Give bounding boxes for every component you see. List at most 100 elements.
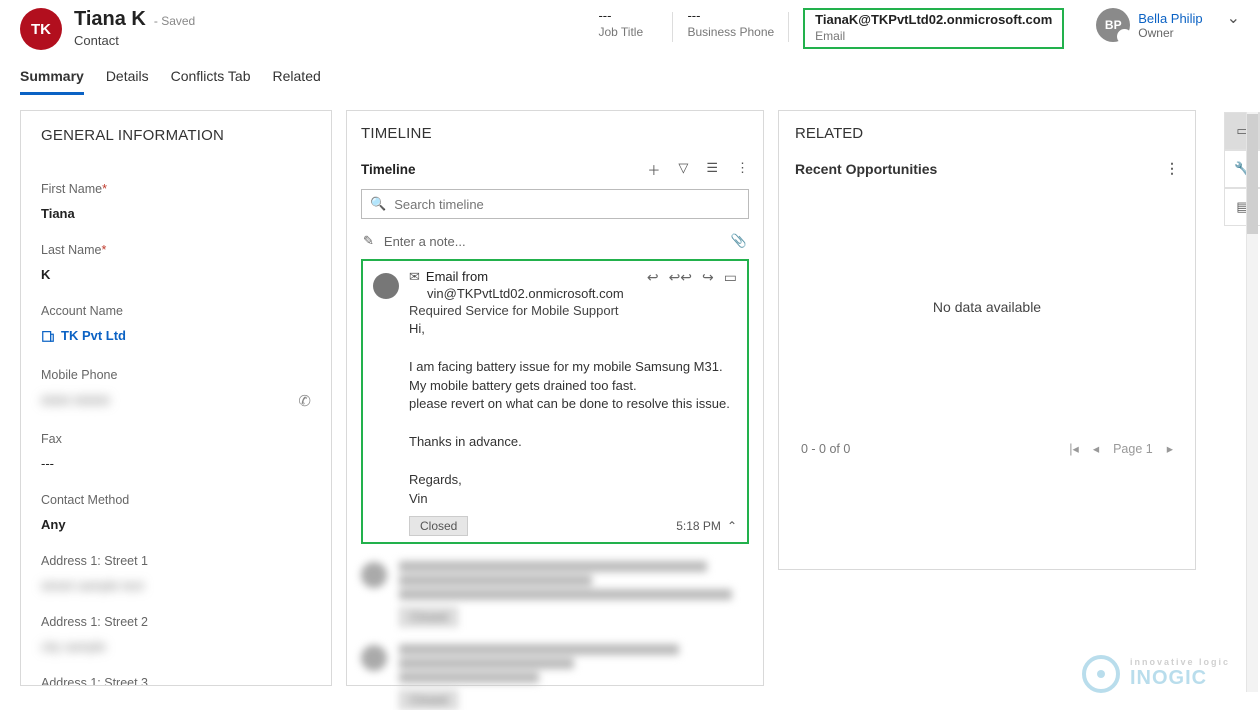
related-empty-text: No data available: [795, 177, 1179, 437]
envelope-icon: ✉: [409, 269, 420, 286]
fax-label: Fax: [41, 432, 311, 446]
timeline-item-blurred[interactable]: Closed: [361, 641, 749, 710]
search-input[interactable]: [394, 197, 740, 212]
tab-conflicts[interactable]: Conflicts Tab: [171, 68, 251, 95]
related-pager: 0 - 0 of 0 |◂ ◂ Page 1 ▸: [795, 437, 1179, 460]
addr1-street2-field[interactable]: Address 1: Street 2 city sample: [41, 615, 311, 654]
job-title-field[interactable]: --- Job Title: [598, 8, 658, 39]
account-link[interactable]: TK Pvt Ltd: [41, 328, 126, 343]
addr1-street2-value: city sample: [41, 639, 106, 654]
email-from-address: vin@TKPvtLtd02.onmicrosoft.com: [409, 286, 737, 301]
logo-ring-icon: [1082, 655, 1120, 693]
pager-range: 0 - 0 of 0: [801, 442, 850, 456]
saved-status: - Saved: [154, 14, 195, 28]
phone-icon[interactable]: ✆: [298, 392, 311, 410]
pager-next-icon[interactable]: ▸: [1167, 441, 1173, 456]
add-activity-icon[interactable]: ＋: [647, 160, 660, 179]
email-body: Hi, I am facing battery issue for my mob…: [409, 320, 737, 508]
business-phone-field[interactable]: --- Business Phone: [687, 8, 774, 39]
pager-first-icon[interactable]: |◂: [1069, 441, 1079, 456]
general-panel: GENERAL INFORMATION First Name* Tiana La…: [20, 110, 332, 686]
addr1-street1-field[interactable]: Address 1: Street 1 street sample text: [41, 554, 311, 593]
entity-type: Contact: [74, 33, 195, 48]
addr1-street1-label: Address 1: Street 1: [41, 554, 311, 568]
last-name-field[interactable]: Last Name* K: [41, 243, 311, 282]
header-separator: [672, 12, 673, 42]
timeline-panel: TIMELINE Timeline ＋ ▽ ☰ ⋮ 🔍 ✎ Enter a no…: [346, 110, 764, 686]
vertical-scrollbar[interactable]: [1246, 112, 1258, 692]
job-title-label: Job Title: [598, 25, 658, 39]
mobile-phone-value: 0000 00000: [41, 393, 110, 408]
fax-field[interactable]: Fax ---: [41, 432, 311, 471]
search-icon: 🔍: [370, 196, 386, 212]
open-record-icon[interactable]: ▭: [724, 269, 737, 286]
reply-all-icon[interactable]: ↩↩: [669, 269, 692, 286]
timeline-item-blurred[interactable]: Closed: [361, 558, 749, 627]
filter-icon[interactable]: ▽: [678, 160, 688, 179]
watermark-logo: innovative logicINOGIC: [1082, 655, 1230, 693]
contact-name: Tiana K: [74, 8, 146, 31]
expand-header-icon[interactable]: ⌄: [1227, 8, 1240, 28]
addr1-street2-label: Address 1: Street 2: [41, 615, 311, 629]
contact-avatar: TK: [20, 8, 62, 50]
contact-method-label: Contact Method: [41, 493, 311, 507]
pager-prev-icon[interactable]: ◂: [1093, 441, 1099, 456]
pencil-icon: ✎: [363, 233, 374, 249]
sort-icon[interactable]: ☰: [706, 160, 718, 179]
attachment-icon[interactable]: 📎: [731, 233, 747, 249]
email-field-highlight[interactable]: TianaK@TKPvtLtd02.onmicrosoft.com Email: [803, 8, 1064, 49]
timeline-email-card[interactable]: ✉ Email from ↩ ↩↩ ↪ ▭ vin@TKPvtLtd02.onm…: [361, 259, 749, 544]
scrollbar-thumb[interactable]: [1247, 114, 1258, 234]
email-time: 5:18 PM: [676, 519, 721, 533]
email-subject: Required Service for Mobile Support: [409, 303, 737, 318]
title-block: Tiana K - Saved Contact: [74, 8, 195, 48]
account-icon: [41, 329, 55, 343]
last-name-label: Last Name: [41, 243, 101, 257]
reply-icon[interactable]: ↩: [647, 269, 659, 286]
note-input[interactable]: Enter a note...: [384, 234, 466, 249]
job-title-value: ---: [598, 8, 658, 23]
mobile-phone-field[interactable]: Mobile Phone 0000 00000 ✆: [41, 368, 311, 410]
owner-role-label: Owner: [1138, 26, 1202, 40]
first-name-label: First Name: [41, 182, 102, 196]
header-separator: [788, 12, 789, 42]
timeline-subheader: Timeline: [361, 162, 416, 177]
addr1-street3-label: Address 1: Street 3: [41, 676, 311, 687]
contact-method-field[interactable]: Contact Method Any: [41, 493, 311, 532]
email-status-chip: Closed: [409, 516, 468, 536]
account-name-label: Account Name: [41, 304, 311, 318]
timeline-section-title: TIMELINE: [361, 125, 749, 142]
record-header: TK Tiana K - Saved Contact --- Job Title…: [0, 0, 1260, 50]
first-name-field[interactable]: First Name* Tiana: [41, 182, 311, 221]
owner-block[interactable]: BP Bella Philip Owner: [1096, 8, 1202, 42]
email-label: Email: [815, 29, 1052, 43]
sender-avatar: [373, 273, 399, 299]
business-phone-value: ---: [687, 8, 774, 23]
owner-name[interactable]: Bella Philip: [1138, 11, 1202, 26]
business-phone-label: Business Phone: [687, 25, 774, 39]
tab-summary[interactable]: Summary: [20, 68, 84, 95]
content-row: GENERAL INFORMATION First Name* Tiana La…: [0, 96, 1260, 686]
mobile-phone-label: Mobile Phone: [41, 368, 311, 382]
form-tabs: Summary Details Conflicts Tab Related: [0, 50, 1260, 96]
addr1-street3-field[interactable]: Address 1: Street 3: [41, 676, 311, 687]
timeline-search[interactable]: 🔍: [361, 189, 749, 219]
related-more-icon[interactable]: ⋮: [1165, 160, 1179, 177]
pager-page-label: Page 1: [1113, 442, 1153, 456]
owner-avatar: BP: [1096, 8, 1130, 42]
collapse-icon[interactable]: ⌃: [727, 519, 737, 533]
header-fields: --- Job Title --- Business Phone TianaK@…: [598, 8, 1240, 49]
related-section-title: RELATED: [795, 125, 1179, 142]
contact-method-value: Any: [41, 517, 311, 532]
tab-details[interactable]: Details: [106, 68, 149, 95]
email-value: TianaK@TKPvtLtd02.onmicrosoft.com: [815, 12, 1052, 27]
account-name-field[interactable]: Account Name TK Pvt Ltd: [41, 304, 311, 346]
related-subheader: Recent Opportunities: [795, 161, 937, 177]
more-timeline-icon[interactable]: ⋮: [736, 160, 749, 179]
first-name-value: Tiana: [41, 206, 311, 221]
tab-related[interactable]: Related: [273, 68, 321, 95]
last-name-value: K: [41, 267, 311, 282]
related-panel: RELATED Recent Opportunities ⋮ No data a…: [778, 110, 1196, 570]
email-from-label: Email from: [426, 269, 488, 286]
forward-icon[interactable]: ↪: [702, 269, 714, 286]
